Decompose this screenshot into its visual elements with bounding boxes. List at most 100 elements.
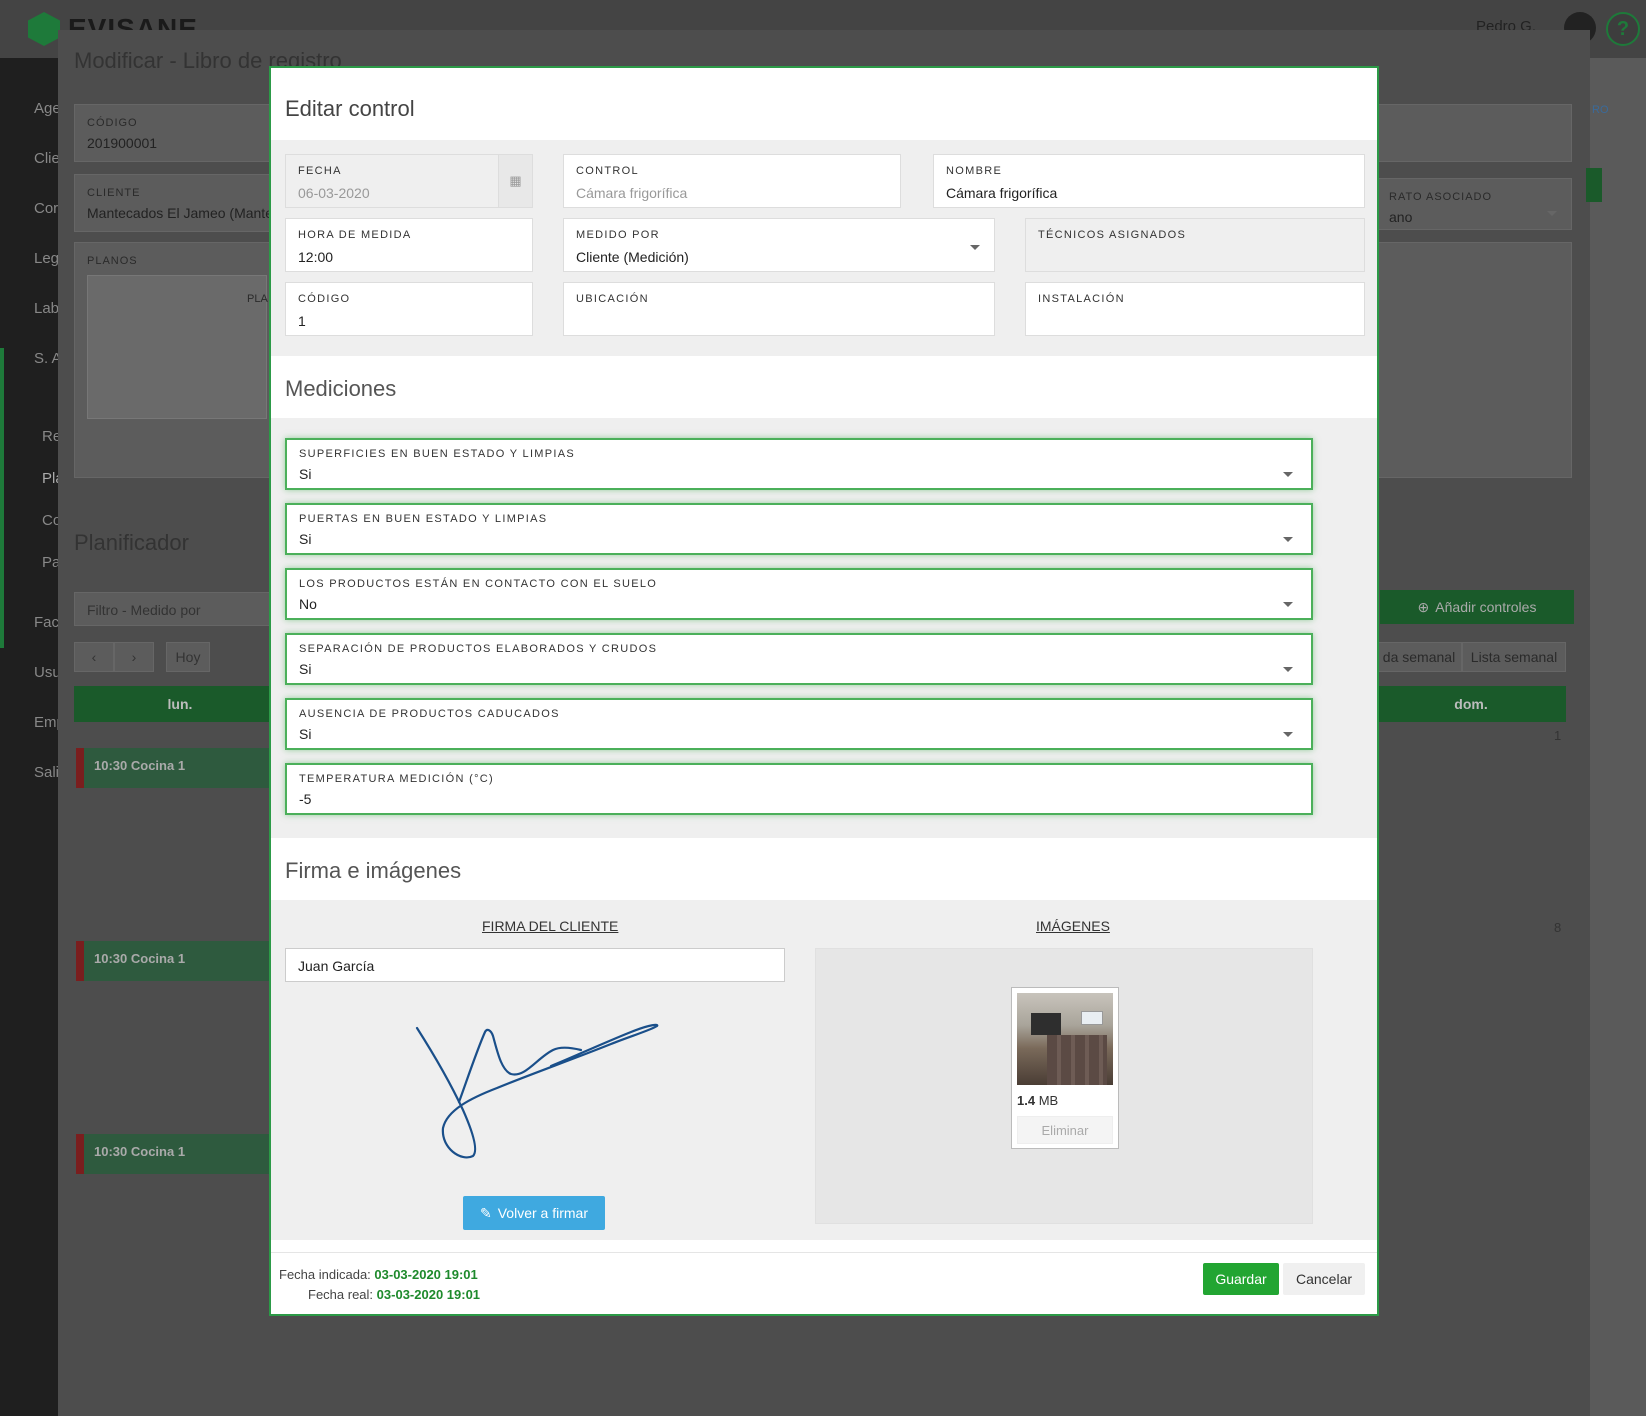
sidebar-item[interactable]: Age: [34, 100, 61, 117]
medido-por-select[interactable]: MEDIDO POR Cliente (Medición): [563, 218, 995, 272]
day-header-sun: dom.: [1376, 686, 1566, 722]
sidebar-active-indicator: [0, 348, 4, 648]
view-weekly-button[interactable]: da semanal: [1376, 642, 1462, 672]
sidebar: Age Clie Cor Leg Lab S. A Re Pla Co Pa F…: [0, 58, 65, 1416]
today-button[interactable]: Hoy: [166, 642, 210, 672]
delete-image-button[interactable]: Eliminar: [1017, 1116, 1113, 1144]
sidebar-item[interactable]: Leg: [34, 250, 59, 267]
signature-pad[interactable]: [401, 1010, 661, 1160]
wall-art: [1031, 1013, 1061, 1035]
hora-value: 12:00: [298, 249, 334, 265]
add-controls-button[interactable]: ⊕ Añadir controles: [1380, 590, 1574, 624]
hora-field[interactable]: HORA DE MEDIDA 12:00: [285, 218, 533, 272]
bg-contrato-value: ano: [1389, 209, 1413, 225]
edit-icon: ✎: [480, 1204, 492, 1221]
chevron-down-icon: [1547, 211, 1557, 216]
instalacion-field[interactable]: INSTALACIÓN: [1025, 282, 1365, 336]
codigo-value: 1: [298, 313, 306, 329]
bg-cliente-field[interactable]: CLIENTE Mantecados El Jameo (Mante: [74, 174, 284, 232]
bg-planos-side: PLA: [247, 293, 268, 305]
bg-contrato-label: RATO ASOCIADO: [1389, 191, 1493, 203]
chairs: [1047, 1035, 1107, 1085]
bg-planos-field: PLANOS PLA: [74, 242, 284, 478]
edit-control-modal: Editar control FECHA 06-03-2020 ▦ CONTRO…: [269, 66, 1379, 1316]
medicion-select[interactable]: SEPARACIÓN DE PRODUCTOS ELABORADOS Y CRU…: [285, 633, 1313, 685]
medido-value: Cliente (Medición): [576, 249, 689, 265]
floor-plan-image[interactable]: [87, 275, 267, 419]
bg-codigo-value: 201900001: [87, 135, 158, 151]
medicion-value: Si: [299, 531, 312, 547]
nombre-field[interactable]: NOMBRE Cámara frigorífica: [933, 154, 1365, 208]
general-fields-section: FECHA 06-03-2020 ▦ CONTROL Cámara frigor…: [271, 140, 1377, 356]
bg-planos-label: PLANOS: [87, 255, 138, 267]
calendar-event[interactable]: 10:30 Cocina 1: [76, 941, 276, 981]
cancel-button[interactable]: Cancelar: [1283, 1263, 1365, 1295]
refirm-button[interactable]: ✎ Volver a firmar: [463, 1196, 605, 1230]
fecha-indicada-value: 03-03-2020 19:01: [374, 1267, 478, 1282]
next-button[interactable]: ›: [114, 642, 154, 672]
tv: [1081, 1011, 1103, 1025]
image-preview[interactable]: [1017, 993, 1113, 1085]
calendar-icon[interactable]: ▦: [498, 155, 532, 207]
fecha-real-label: Fecha real:: [308, 1287, 374, 1302]
save-button[interactable]: Guardar: [1203, 1263, 1279, 1295]
medicion-value: Si: [299, 661, 312, 677]
add-controls-label: Añadir controles: [1435, 599, 1537, 615]
sidebar-item[interactable]: Fac: [34, 614, 59, 631]
filter-input[interactable]: Filtro - Medido por: [74, 592, 274, 626]
planificador-title: Planificador: [74, 530, 189, 555]
medicion-label: SEPARACIÓN DE PRODUCTOS ELABORADOS Y CRU…: [299, 643, 658, 655]
chevron-down-icon: [1283, 472, 1293, 477]
chevron-down-icon: [1283, 537, 1293, 542]
medicion-label: AUSENCIA DE PRODUCTOS CADUCADOS: [299, 708, 560, 720]
fecha-label: FECHA: [298, 165, 342, 177]
sidebar-item[interactable]: Cor: [34, 200, 58, 217]
tecnicos-field[interactable]: TÉCNICOS ASIGNADOS: [1025, 218, 1365, 272]
plus-circle-icon: ⊕: [1417, 598, 1430, 615]
medicion-label: PUERTAS EN BUEN ESTADO Y LIMPIAS: [299, 513, 548, 525]
firma-section: FIRMA DEL CLIENTE IMÁGENES Juan García ✎…: [271, 900, 1377, 1240]
signer-name-input[interactable]: Juan García: [285, 948, 785, 982]
temperatura-input[interactable]: TEMPERATURA MEDICIÓN (°C) -5: [285, 763, 1313, 815]
bg-right-link[interactable]: RO: [1592, 104, 1609, 116]
view-list-weekly-button[interactable]: Lista semanal: [1462, 642, 1566, 672]
sidebar-item[interactable]: Clie: [34, 150, 60, 167]
nombre-value: Cámara frigorífica: [946, 185, 1058, 201]
fecha-field[interactable]: FECHA 06-03-2020 ▦: [285, 154, 533, 208]
day-header-mon: lun.: [74, 686, 286, 722]
codigo-field[interactable]: CÓDIGO 1: [285, 282, 533, 336]
medicion-label: TEMPERATURA MEDICIÓN (°C): [299, 773, 494, 785]
sidebar-item[interactable]: Lab: [34, 300, 59, 317]
image-size-number: 1.4: [1017, 1093, 1036, 1108]
medicion-select[interactable]: AUSENCIA DE PRODUCTOS CADUCADOS Si: [285, 698, 1313, 750]
sidebar-item[interactable]: Usu: [34, 664, 61, 681]
nombre-label: NOMBRE: [946, 165, 1003, 177]
day-number: 8: [1554, 920, 1562, 935]
mediciones-section: SUPERFICIES EN BUEN ESTADO Y LIMPIAS Si …: [271, 418, 1377, 838]
chevron-down-icon: [1283, 602, 1293, 607]
images-dropzone[interactable]: 1.4 MB Eliminar: [815, 948, 1313, 1224]
prev-button[interactable]: ‹: [74, 642, 114, 672]
calendar-event[interactable]: 10:30 Cocina 1: [76, 1134, 276, 1174]
image-size-unit: MB: [1038, 1093, 1059, 1108]
fecha-indicada-label: Fecha indicada:: [279, 1267, 371, 1282]
ubicacion-label: UBICACIÓN: [576, 293, 649, 305]
ubicacion-field[interactable]: UBICACIÓN: [563, 282, 995, 336]
medicion-value: Si: [299, 726, 312, 742]
tecnicos-label: TÉCNICOS ASIGNADOS: [1038, 229, 1187, 241]
medicion-select[interactable]: PUERTAS EN BUEN ESTADO Y LIMPIAS Si: [285, 503, 1313, 555]
sidebar-item[interactable]: Sali: [34, 764, 59, 781]
medicion-select[interactable]: LOS PRODUCTOS ESTÁN EN CONTACTO CON EL S…: [285, 568, 1313, 620]
bg-codigo-field[interactable]: CÓDIGO 201900001: [74, 104, 284, 162]
modal-footer: Fecha indicada: 03-03-2020 19:01 Fecha r…: [271, 1252, 1377, 1314]
chevron-down-icon: [970, 245, 980, 250]
calendar-event[interactable]: 10:30 Cocina 1: [76, 748, 276, 788]
bg-cliente-label: CLIENTE: [87, 187, 141, 199]
control-field[interactable]: CONTROL Cámara frigorífica: [563, 154, 901, 208]
mediciones-title: Mediciones: [285, 376, 397, 401]
chevron-down-icon: [1283, 732, 1293, 737]
help-icon[interactable]: ?: [1606, 12, 1640, 46]
bg-green-button[interactable]: [1586, 168, 1602, 202]
medicion-select[interactable]: SUPERFICIES EN BUEN ESTADO Y LIMPIAS Si: [285, 438, 1313, 490]
bg-contrato-field[interactable]: RATO ASOCIADO ano: [1376, 178, 1572, 230]
